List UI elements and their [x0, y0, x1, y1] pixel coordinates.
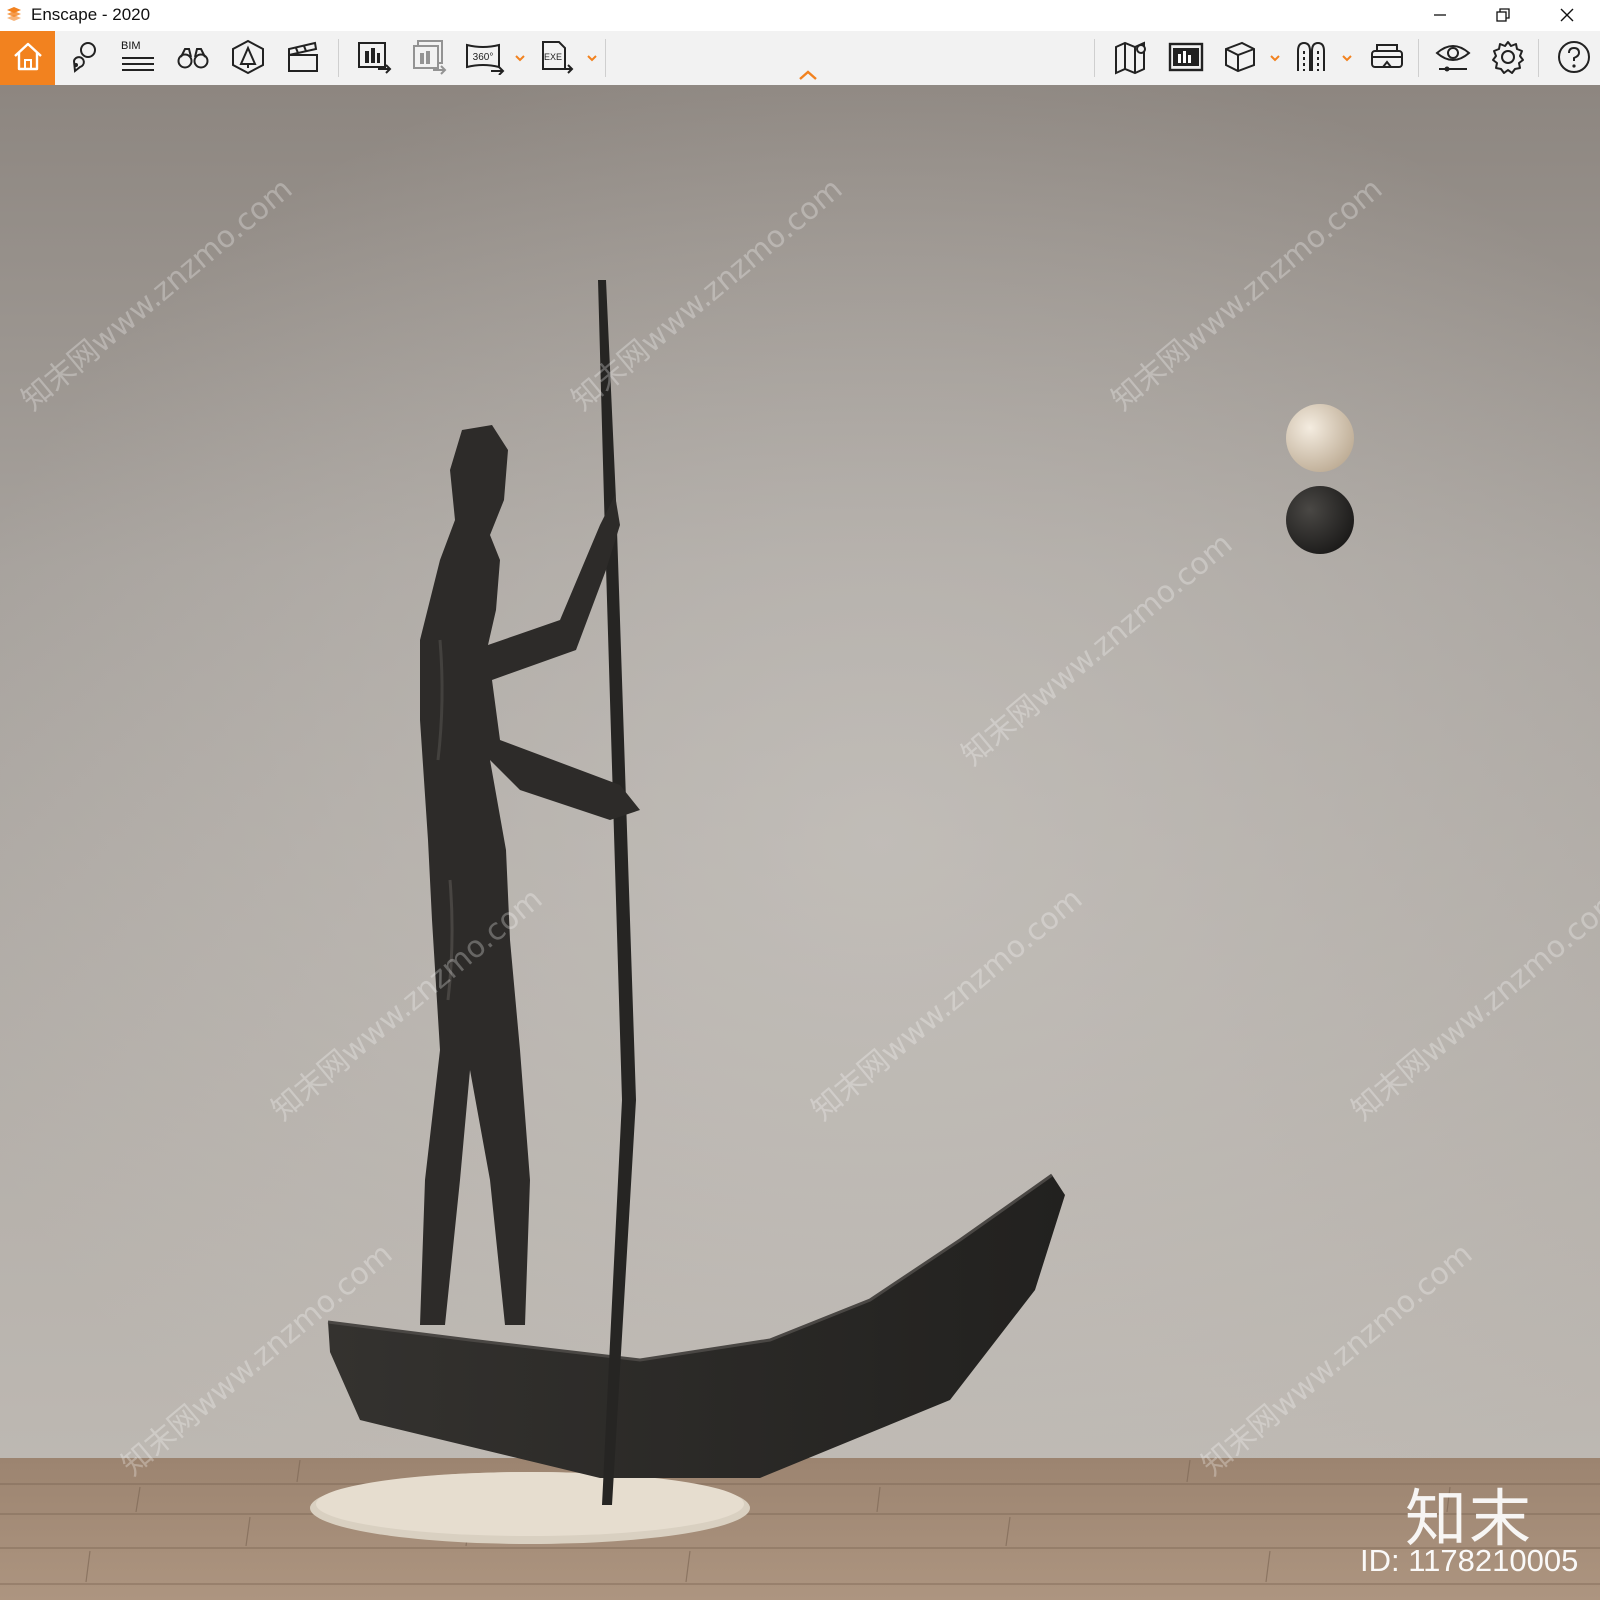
batch-render-icon: [413, 40, 447, 75]
rendering-view-button[interactable]: [1159, 31, 1209, 85]
views-button[interactable]: [57, 31, 107, 85]
clipping-dropdown[interactable]: [1340, 51, 1354, 65]
video-editor-icon: [288, 41, 318, 72]
close-button[interactable]: [1544, 0, 1590, 31]
chevron-down-icon: [1342, 55, 1352, 62]
clipping-button[interactable]: [1285, 31, 1335, 85]
batch-render-button[interactable]: [402, 31, 452, 85]
binoculars-button[interactable]: [166, 31, 216, 85]
home-button[interactable]: [0, 31, 55, 85]
panorama-360-button[interactable]: 360°: [456, 31, 506, 85]
map-button[interactable]: [1104, 31, 1154, 85]
visual-settings-button[interactable]: [1426, 31, 1476, 85]
settings-button[interactable]: [1481, 31, 1531, 85]
panorama-360-icon: 360°: [466, 43, 505, 75]
clipping-icon: [1297, 41, 1325, 71]
close-icon: [1560, 8, 1574, 22]
gear-icon: [1492, 41, 1524, 74]
restore-icon: [1496, 8, 1510, 22]
collapse-toolbar-button[interactable]: [796, 68, 820, 82]
rendering-view-icon: [1168, 42, 1204, 72]
asset-library-button[interactable]: [221, 31, 271, 85]
export-dropdown[interactable]: [585, 51, 599, 65]
cube-button[interactable]: [1213, 31, 1263, 85]
visual-settings-icon: [1435, 45, 1471, 72]
enscape-logo-icon: [7, 7, 21, 21]
views-icon: [72, 42, 96, 73]
window-title: Enscape - 2020: [31, 5, 151, 24]
video-editor-button[interactable]: [276, 31, 326, 85]
bim-label: BIM: [121, 40, 141, 52]
home-icon: [14, 42, 42, 71]
cube-dropdown[interactable]: [1268, 51, 1282, 65]
title-bar: Enscape - 2020: [0, 0, 1600, 31]
watermark-id: ID: 1178210005: [1360, 1543, 1579, 1578]
map-icon: [1115, 41, 1146, 75]
vr-headset-button[interactable]: [1360, 31, 1410, 85]
svg-text:EXE: EXE: [544, 52, 562, 62]
svg-text:360°: 360°: [473, 52, 494, 63]
minimize-icon: [1434, 14, 1446, 16]
binoculars-icon: [177, 48, 209, 69]
help-button[interactable]: [1547, 31, 1597, 85]
render-image-button[interactable]: [347, 31, 397, 85]
panorama-dropdown[interactable]: [513, 51, 527, 65]
minimize-button[interactable]: [1417, 0, 1463, 31]
chevron-up-icon: [799, 70, 817, 80]
cube-icon: [1225, 41, 1255, 73]
render-viewport[interactable]: 知末网www.znzmo.com 知末网www.znzmo.com 知末网www…: [0, 85, 1600, 1600]
chevron-down-icon: [515, 55, 525, 62]
chevron-down-icon: [1270, 55, 1280, 62]
help-icon: [1558, 41, 1590, 73]
chevron-down-icon: [587, 55, 597, 62]
export-exe-icon: EXE: [542, 41, 574, 74]
asset-library-icon: [232, 39, 264, 75]
vr-headset-icon: [1371, 44, 1403, 68]
render-image-icon: [358, 42, 392, 74]
restore-button[interactable]: [1480, 0, 1526, 31]
export-exe-button[interactable]: EXE: [530, 31, 580, 85]
